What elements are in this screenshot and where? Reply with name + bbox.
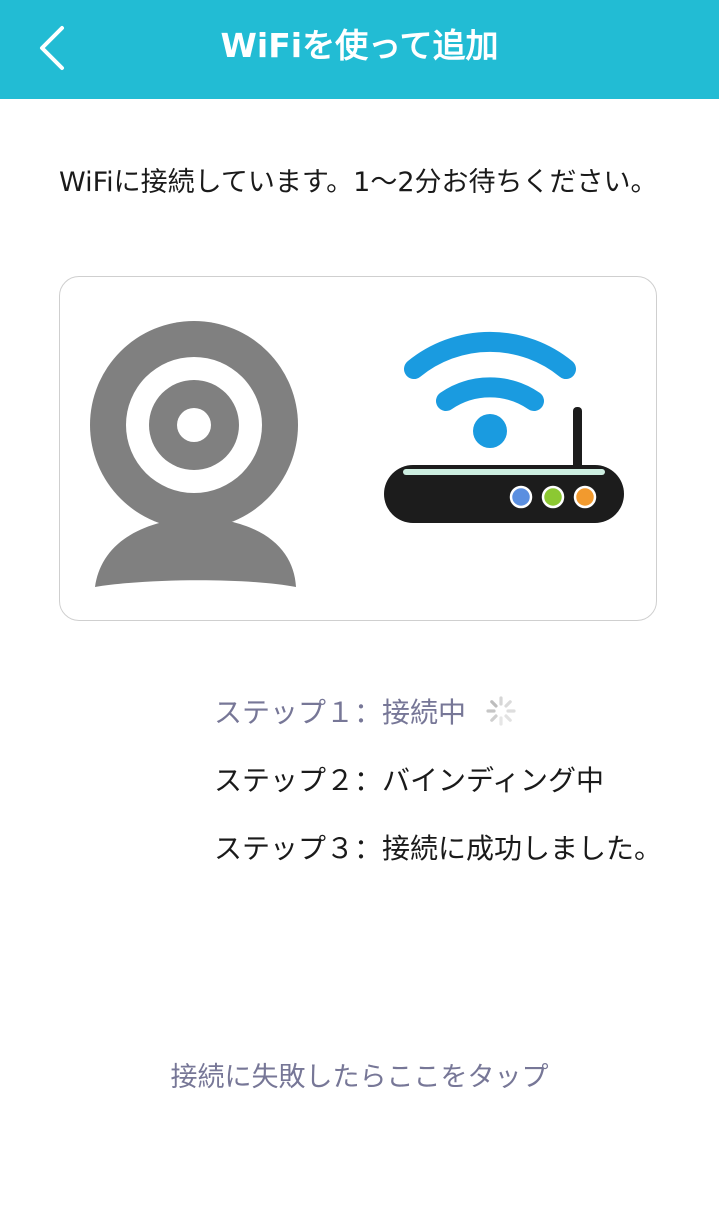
webcam-icon bbox=[90, 321, 298, 587]
connecting-instruction: WiFiに接続しています。1〜2分お待ちください。 bbox=[59, 167, 658, 198]
step-connecting: ステップ１：接続中 bbox=[214, 690, 662, 758]
step-1-label: ステップ１：接続中 bbox=[214, 696, 467, 729]
app-header: WiFiを使って追加 bbox=[0, 0, 719, 99]
wifi-router-icon bbox=[384, 331, 624, 523]
connection-failed-link[interactable]: 接続に失敗したらここをタップ bbox=[0, 1058, 719, 1098]
connection-steps: ステップ１：接続中 ステップ２：バインディング中 ステップ３：接続に成功しました… bbox=[214, 690, 662, 894]
step-2-label: ステップ２：バインディング中 bbox=[214, 764, 605, 797]
page-title: WiFiを使って追加 bbox=[220, 26, 499, 65]
loading-spinner-icon bbox=[486, 696, 516, 726]
step-binding: ステップ２：バインディング中 bbox=[214, 758, 662, 826]
illustration-card bbox=[59, 276, 657, 621]
step-success: ステップ３：接続に成功しました。 bbox=[214, 826, 662, 894]
step-3-label: ステップ３：接続に成功しました。 bbox=[214, 832, 663, 865]
